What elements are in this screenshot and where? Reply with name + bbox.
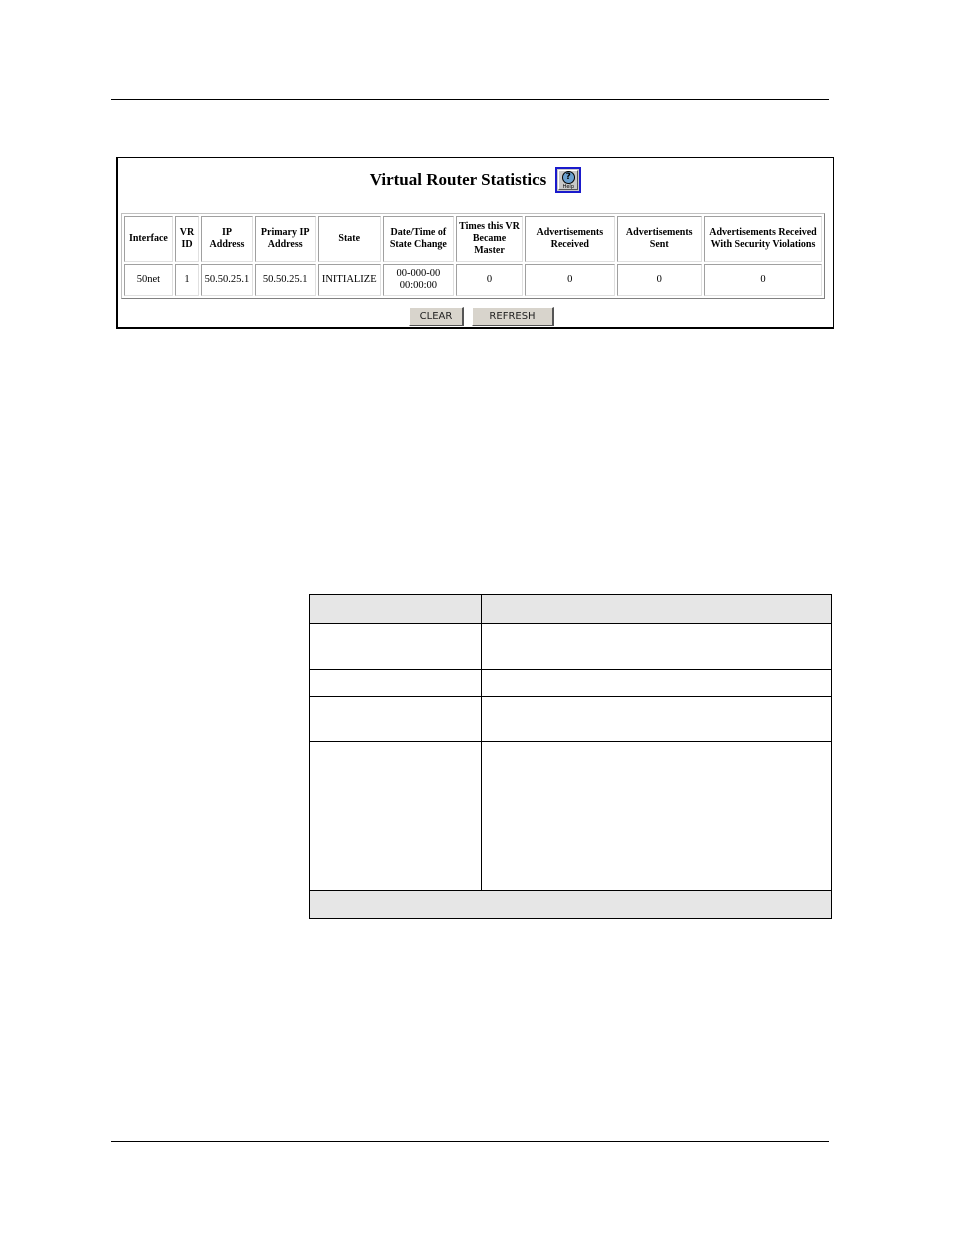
description-table [309, 594, 832, 919]
cell-advertisements-sent: 0 [616, 264, 702, 296]
table-row: 50net 1 50.50.25.1 50.50.25.1 INITIALIZE… [124, 264, 822, 296]
column-header-times-master: Times this VR Became Master [455, 216, 524, 262]
help-button-label: Help [562, 183, 574, 190]
cell-ip-address: 50.50.25.1 [201, 264, 253, 296]
cell-state-change-time: 00-000-00 00:00:00 [382, 264, 454, 296]
table-row [309, 696, 832, 742]
table-row [309, 741, 832, 891]
field-cell [309, 696, 482, 742]
virtual-router-statistics-panel: Virtual Router Statistics ? Help Interfa… [116, 157, 834, 329]
action-buttons: CLEAR REFRESH [118, 307, 833, 326]
column-header-ip-address: IP Address [201, 216, 253, 262]
help-button[interactable]: ? Help [555, 167, 582, 193]
cell-vr-id: 1 [174, 264, 200, 296]
clear-button[interactable]: CLEAR [409, 307, 464, 326]
field-cell [309, 669, 482, 697]
column-header-state: State [317, 216, 381, 262]
statistics-table: Interface VR ID IP Address Primary IP Ad… [121, 213, 825, 299]
table-footer-cell [309, 890, 832, 919]
table-row [309, 669, 832, 697]
statistics-header-row: Interface VR ID IP Address Primary IP Ad… [124, 216, 822, 262]
column-header-advertisements-sent: Advertisements Sent [616, 216, 702, 262]
column-header-advertisements-received: Advertisements Received [525, 216, 615, 262]
description-cell [481, 741, 832, 891]
field-cell [309, 623, 482, 670]
footer-rule [111, 1141, 829, 1142]
field-cell [309, 741, 482, 891]
column-header-security-violations: Advertisements Received With Security Vi… [703, 216, 822, 262]
question-mark-icon: ? [561, 170, 575, 184]
cell-times-master: 0 [455, 264, 524, 296]
cell-state: INITIALIZE [317, 264, 381, 296]
panel-header: Virtual Router Statistics ? Help [118, 164, 833, 196]
description-header-description [481, 594, 832, 624]
header-rule [111, 99, 829, 100]
column-header-state-change-time: Date/Time of State Change [382, 216, 454, 262]
description-footer-row [309, 890, 832, 919]
cell-interface: 50net [124, 264, 173, 296]
description-cell [481, 696, 832, 742]
description-cell [481, 623, 832, 670]
column-header-vr-id: VR ID [174, 216, 200, 262]
cell-primary-ip-address: 50.50.25.1 [254, 264, 316, 296]
panel-title: Virtual Router Statistics [369, 170, 547, 189]
column-header-primary-ip-address: Primary IP Address [254, 216, 316, 262]
description-header-field [309, 594, 482, 624]
column-header-interface: Interface [124, 216, 173, 262]
description-header-row [309, 594, 832, 624]
cell-advertisements-received: 0 [525, 264, 615, 296]
cell-security-violations: 0 [703, 264, 822, 296]
table-row [309, 623, 832, 670]
refresh-button[interactable]: REFRESH [472, 307, 554, 326]
description-cell [481, 669, 832, 697]
